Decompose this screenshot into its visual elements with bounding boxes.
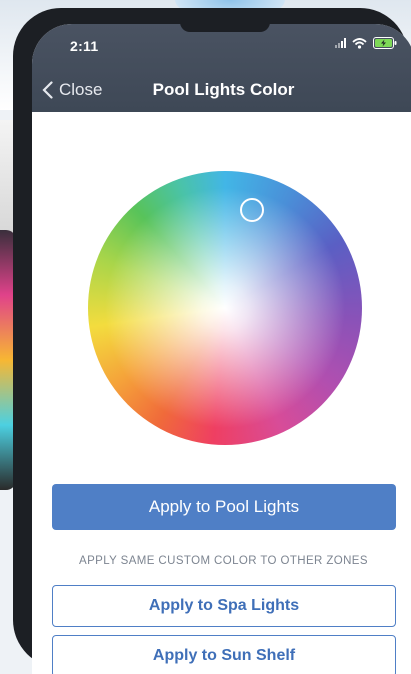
signal-icon (335, 38, 346, 48)
background-device-edge (0, 120, 14, 240)
phone-frame: 2:11 Close Pool Lights Color Apply to Po… (13, 8, 411, 674)
navigation-bar: 2:11 Close Pool Lights Color (32, 24, 411, 112)
phone-notch (180, 24, 270, 32)
battery-charging-icon (373, 37, 397, 49)
other-zones-caption: APPLY SAME CUSTOM COLOR TO OTHER ZONES (79, 555, 368, 567)
wifi-icon (352, 37, 367, 49)
color-wheel[interactable] (88, 171, 362, 445)
apply-sun-shelf-button[interactable]: Apply to Sun Shelf (52, 635, 396, 674)
apply-pool-lights-button[interactable]: Apply to Pool Lights (52, 484, 396, 530)
apply-spa-lights-button[interactable]: Apply to Spa Lights (52, 585, 396, 627)
status-time: 2:11 (70, 38, 99, 54)
phone-screen: 2:11 Close Pool Lights Color Apply to Po… (32, 24, 411, 674)
status-icons (335, 37, 397, 49)
color-wheel-gradient[interactable] (88, 171, 362, 445)
color-selector-handle[interactable] (240, 198, 264, 222)
page-title: Pool Lights Color (152, 80, 295, 99)
